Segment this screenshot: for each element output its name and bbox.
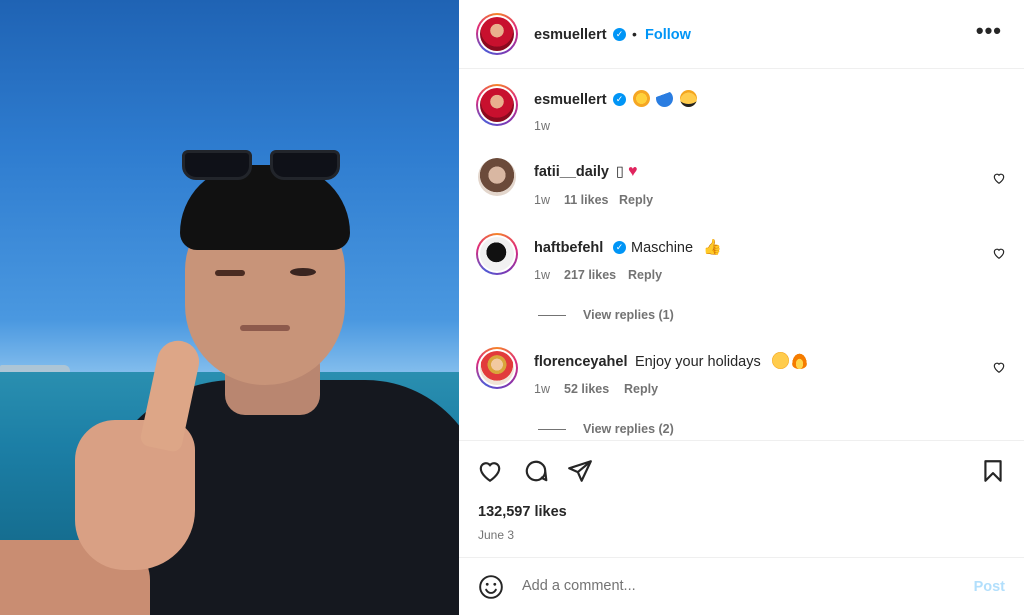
comment-text: Enjoy your holidays [635, 354, 761, 370]
verified-badge-icon: ✓ [613, 93, 626, 106]
comment-likes[interactable]: 52 likes [564, 382, 609, 396]
post-likes-count[interactable]: 132,597 likes [478, 504, 567, 520]
caption-time: 1w [534, 119, 550, 133]
separator-dot: • [632, 26, 637, 42]
wave-emoji [656, 90, 674, 107]
post-panel: esmuellert ✓ • Follow ••• esmuellert ✓ 1… [459, 0, 1024, 615]
heart-eyes-emoji [772, 352, 789, 369]
emoji-picker-icon[interactable] [478, 574, 504, 600]
comment-bubble-icon[interactable] [523, 458, 549, 484]
share-send-icon[interactable] [567, 458, 593, 484]
comment-text: ▯ [616, 164, 624, 180]
like-comment-heart-icon[interactable] [992, 171, 1006, 185]
add-comment-bar: Post [459, 557, 1024, 615]
fire-emoji [791, 352, 808, 369]
reply-button[interactable]: Reply [628, 268, 662, 282]
reply-button[interactable]: Reply [619, 193, 653, 207]
commenter-avatar[interactable] [476, 156, 518, 198]
commenter-username[interactable]: florenceyahel [534, 354, 628, 370]
photo-eye-right [290, 268, 316, 276]
reply-button[interactable]: Reply [624, 382, 658, 396]
post-date: June 3 [478, 528, 515, 542]
post-photo[interactable] [0, 0, 459, 615]
photo-eye-left [215, 270, 245, 276]
like-comment-heart-icon[interactable] [992, 360, 1006, 374]
like-comment-heart-icon[interactable] [992, 246, 1006, 260]
comment-likes[interactable]: 11 likes [564, 193, 609, 207]
commenter-username[interactable]: haftbefehl [534, 240, 603, 256]
follow-button[interactable]: Follow [645, 27, 691, 43]
commenter-avatar[interactable] [476, 233, 518, 275]
commenter-avatar[interactable] [476, 347, 518, 389]
more-options-icon[interactable]: ••• [976, 20, 1002, 42]
comment-time: 1w [534, 382, 550, 396]
verified-badge-icon: ✓ [613, 28, 626, 41]
add-comment-input[interactable] [522, 578, 942, 594]
caption-emojis [631, 90, 697, 109]
view-replies-line [538, 429, 566, 430]
view-replies-button[interactable]: View replies (1) [583, 308, 674, 322]
post-comment-button[interactable]: Post [974, 579, 1005, 595]
caption-username[interactable]: esmuellert [534, 92, 607, 108]
verified-badge-icon: ✓ [613, 241, 626, 254]
post-header: esmuellert ✓ • Follow ••• [459, 0, 1024, 69]
sunglasses-emoji [679, 90, 697, 107]
comment-time: 1w [534, 268, 550, 282]
save-bookmark-icon[interactable] [980, 458, 1006, 484]
view-replies-button[interactable]: View replies (2) [583, 422, 674, 436]
thumbs-up-emoji: 👍 [703, 239, 722, 256]
red-heart-emoji: ♥ [628, 163, 638, 180]
caption-avatar[interactable] [476, 84, 518, 126]
photo-coast [0, 365, 70, 372]
sun-emoji [633, 90, 650, 107]
photo-mouth [240, 325, 290, 331]
author-avatar[interactable] [476, 13, 518, 55]
like-heart-icon[interactable] [477, 458, 503, 484]
comment-text: Maschine [631, 240, 694, 256]
comment-likes[interactable]: 217 likes [564, 268, 616, 282]
post-actions: 132,597 likes June 3 [459, 440, 1024, 558]
author-username[interactable]: esmuellert [534, 27, 607, 43]
view-replies-line [538, 315, 566, 316]
comment-time: 1w [534, 193, 550, 207]
photo-sunglasses [180, 142, 345, 182]
commenter-username[interactable]: fatii__daily [534, 164, 609, 180]
